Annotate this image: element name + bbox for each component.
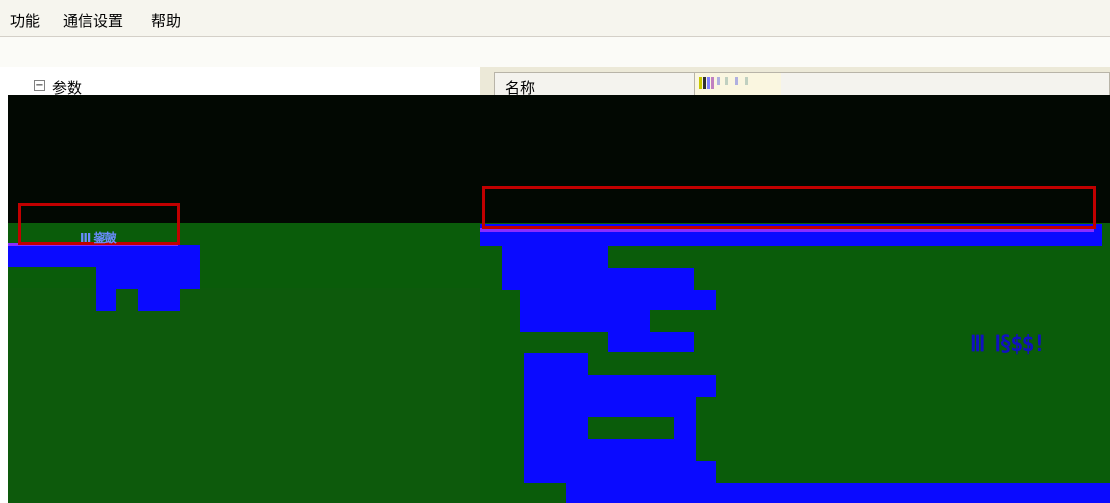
color-swatch — [745, 77, 748, 85]
highlight-block — [96, 267, 200, 289]
highlight-block — [524, 397, 696, 417]
color-swatch — [703, 77, 706, 89]
menu-function[interactable]: 功能 — [10, 10, 40, 31]
highlight-block — [138, 289, 180, 311]
highlight-block — [524, 461, 716, 483]
highlight-block — [524, 353, 588, 375]
column-header-name[interactable]: 名称 — [495, 73, 695, 95]
column-header-value[interactable] — [695, 73, 781, 95]
highlight-block — [524, 375, 716, 397]
highlight-block — [96, 289, 116, 311]
menu-comm-settings[interactable]: 通信设置 — [63, 10, 123, 31]
status-text: ⅡⅠ Ⅰ§$$! — [970, 332, 1046, 357]
highlight-block — [524, 439, 696, 461]
highlight-block — [520, 290, 716, 310]
highlight-block — [566, 483, 1110, 503]
highlight-block — [502, 268, 694, 290]
menu-help[interactable]: 帮助 — [151, 10, 181, 31]
highlight-block — [608, 332, 694, 352]
color-swatch — [717, 77, 720, 85]
menu-bar: 功能 通信设置 帮助 — [0, 0, 1110, 37]
color-swatch — [699, 77, 702, 89]
collapse-icon[interactable]: − — [34, 80, 45, 91]
highlight-block — [502, 246, 608, 268]
caption-left: Ⅲ 鋆皷 — [80, 231, 117, 245]
color-swatch — [735, 77, 738, 85]
highlight-block — [520, 310, 650, 332]
color-swatch — [707, 77, 710, 89]
property-grid-header: 名称 — [494, 72, 1110, 96]
highlight-block — [8, 245, 200, 267]
color-swatch — [711, 77, 714, 89]
highlight-block — [674, 417, 696, 439]
render-region-shade — [8, 288, 480, 503]
selection-box-right — [482, 186, 1096, 229]
toolbar-strip — [0, 37, 1110, 67]
color-swatch — [725, 77, 728, 85]
highlight-block — [524, 417, 588, 439]
